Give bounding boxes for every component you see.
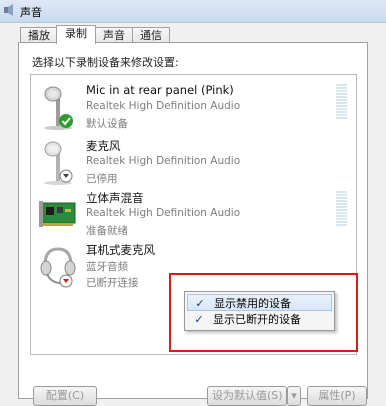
tab-playback[interactable]: 播放 xyxy=(20,27,58,43)
speaker-icon xyxy=(4,4,13,16)
set-default-dropdown[interactable]: ▾ xyxy=(287,386,301,406)
level-meter xyxy=(336,191,347,229)
device-status: 准备就绪 xyxy=(86,225,128,237)
annotation-highlight-box xyxy=(169,273,358,352)
tab-communications[interactable]: 通信 xyxy=(132,27,170,43)
device-name: 麦克风 xyxy=(86,139,121,153)
default-check-icon xyxy=(59,114,73,128)
device-row[interactable]: 麦克风 Realtek High Definition Audio 已停用 xyxy=(31,135,356,187)
instructions-text: 选择以下录制设备来修改设置: xyxy=(32,56,179,69)
tab-sounds[interactable]: 声音 xyxy=(95,27,133,43)
chevron-down-icon: ▾ xyxy=(291,389,297,402)
device-driver: Realtek High Definition Audio xyxy=(86,155,241,167)
tab-recording[interactable]: 录制 xyxy=(56,25,96,44)
sound-card-icon xyxy=(39,201,76,227)
device-driver: 蓝牙音频 xyxy=(86,261,128,273)
device-row[interactable]: Mic in at rear panel (Pink) Realtek High… xyxy=(31,80,356,132)
device-status: 已停用 xyxy=(86,173,118,185)
set-default-label: 设为默认值(S) xyxy=(212,389,283,402)
window-title: 声音 xyxy=(20,6,42,19)
level-meter xyxy=(336,84,347,122)
headset-icon xyxy=(40,247,76,288)
device-name: Mic in at rear panel (Pink) xyxy=(86,83,234,97)
device-driver: Realtek High Definition Audio xyxy=(86,207,241,219)
microphone-icon xyxy=(44,86,73,130)
microphone-icon xyxy=(44,141,73,185)
device-status: 默认设备 xyxy=(86,118,128,130)
device-status: 已断开连接 xyxy=(86,277,139,289)
configure-button[interactable]: 配置(C) xyxy=(33,386,97,406)
properties-button[interactable]: 属性(P) xyxy=(307,386,367,406)
device-driver: Realtek High Definition Audio xyxy=(86,100,241,112)
window-titlebar: 声音 xyxy=(0,0,386,23)
set-default-button[interactable]: 设为默认值(S) xyxy=(207,386,287,406)
device-name: 耳机式麦克风 xyxy=(86,243,155,257)
device-row[interactable]: 立体声混音 Realtek High Definition Audio 准备就绪 xyxy=(31,187,356,239)
device-name: 立体声混音 xyxy=(86,191,144,205)
